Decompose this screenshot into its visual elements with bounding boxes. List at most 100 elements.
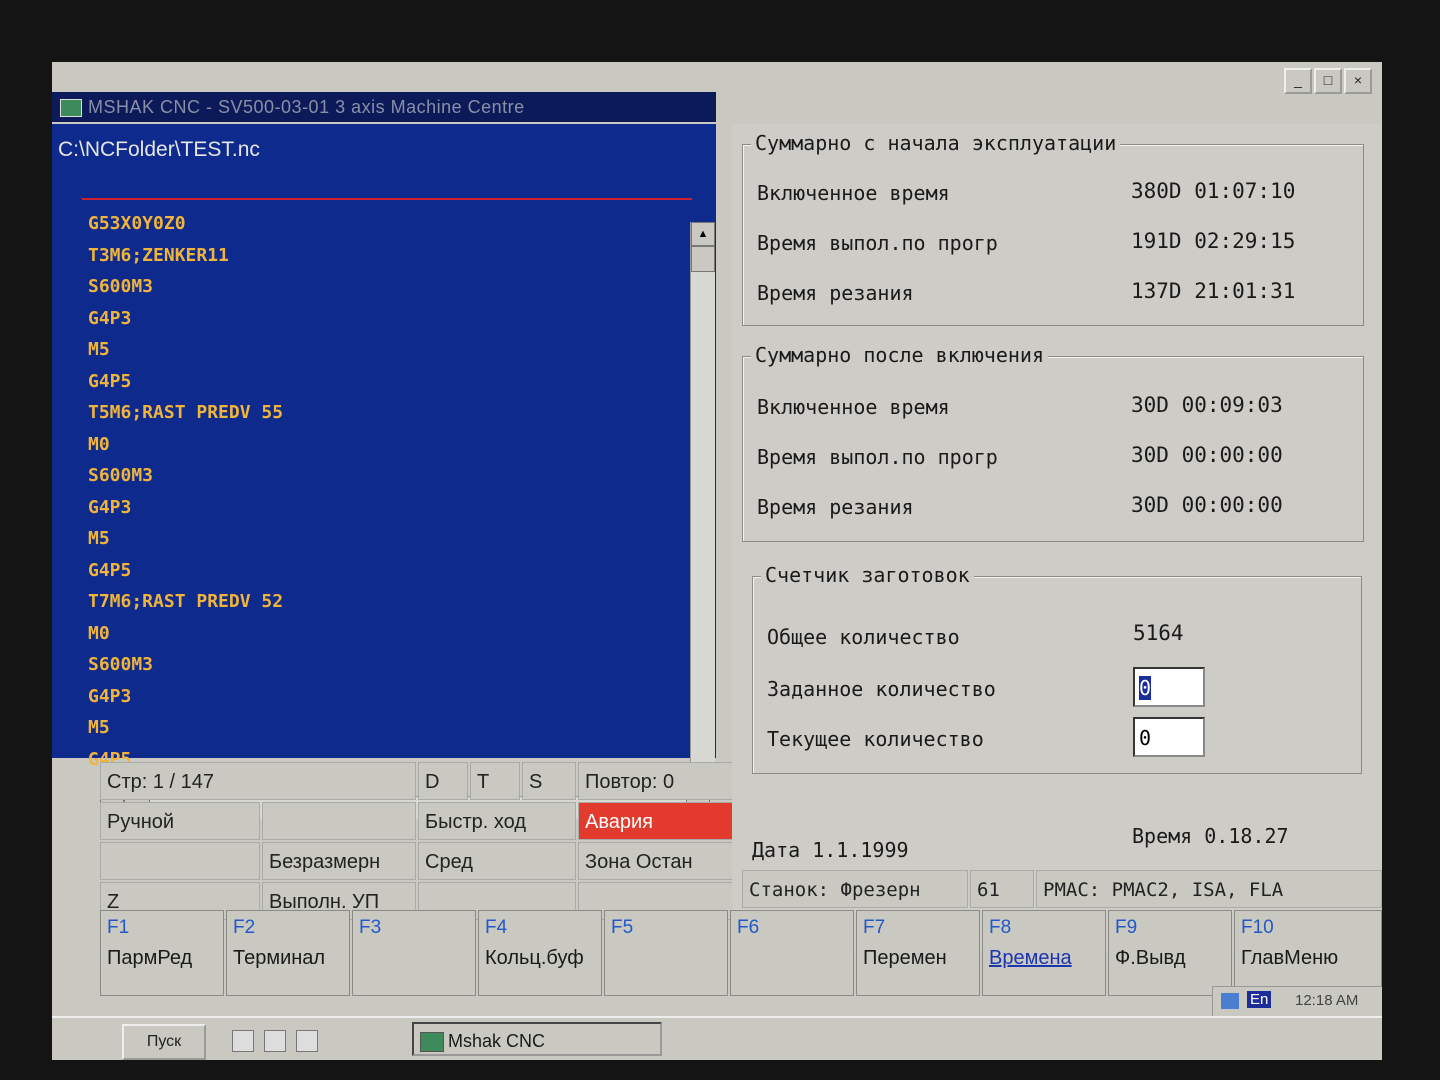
totals-since-power-on-group: Суммарно после включения Включенное врем… bbox=[742, 343, 1364, 542]
stat-value: 30D 00:00:00 bbox=[1131, 493, 1283, 517]
current-count-label: Текущее количество bbox=[767, 727, 984, 751]
line-counter: Стр: 1 / 147 bbox=[100, 762, 416, 800]
t-indicator: T bbox=[470, 762, 520, 800]
start-button[interactable]: Пуск bbox=[122, 1024, 206, 1060]
group-title: Суммарно после включения bbox=[751, 343, 1048, 367]
code-line[interactable]: G4P5 bbox=[88, 366, 283, 398]
fkey-f4[interactable]: F4 Кольц.буф bbox=[478, 910, 602, 996]
tray-clock: 12:18 AM bbox=[1295, 992, 1359, 1009]
notepad-icon[interactable] bbox=[264, 1030, 286, 1052]
empty-status-1 bbox=[262, 802, 416, 840]
code-line[interactable]: M0 bbox=[88, 618, 283, 650]
fkey-f5[interactable]: F5 bbox=[604, 910, 728, 996]
close-button[interactable]: × bbox=[1344, 68, 1372, 94]
taskbar-app-button[interactable]: Mshak CNC bbox=[412, 1022, 662, 1056]
code-line[interactable]: G4P3 bbox=[88, 303, 283, 335]
language-indicator[interactable]: En bbox=[1247, 991, 1272, 1008]
fkey-number: F9 bbox=[1115, 917, 1138, 938]
taskbar: Пуск Mshak CNC bbox=[52, 1016, 1382, 1060]
stat-row: Включенное время bbox=[757, 181, 950, 205]
program-editor[interactable]: C:\NCFolder\TEST.nc G53X0Y0Z0 T3M6;ZENKER… bbox=[52, 124, 716, 819]
code-line[interactable]: M5 bbox=[88, 334, 283, 366]
system-tray: En 12:18 AM bbox=[1212, 986, 1382, 1018]
target-count-field[interactable]: 0 bbox=[1133, 667, 1205, 707]
code-line[interactable]: M0 bbox=[88, 429, 283, 461]
code-line[interactable]: T3M6;ZENKER11 bbox=[88, 240, 283, 272]
code-lines[interactable]: G53X0Y0Z0 T3M6;ZENKER11 S600M3 G4P3 M5 G4P5 T5… bbox=[88, 208, 283, 775]
totals-since-start-group: Суммарно с начала эксплуатации Включенно… bbox=[742, 131, 1364, 326]
date-display: Дата 1.1.1999 bbox=[752, 838, 909, 862]
fkey-number: F10 bbox=[1241, 917, 1274, 938]
fkey-number: F2 bbox=[233, 917, 256, 938]
app-icon bbox=[420, 1032, 444, 1052]
fkey-f3[interactable]: F3 bbox=[352, 910, 476, 996]
fkey-label: Терминал bbox=[233, 947, 326, 969]
fkey-number: F6 bbox=[737, 917, 760, 938]
code-line[interactable]: G4P3 bbox=[88, 492, 283, 524]
d-indicator: D bbox=[418, 762, 468, 800]
machine-number: 61 bbox=[970, 870, 1034, 908]
controller-info: PMAC: PMAC2, ISA, FLA bbox=[1036, 870, 1382, 908]
code-line[interactable]: T5M6;RAST PREDV 55 bbox=[88, 397, 283, 429]
dimensionless-indicator: Безразмерн bbox=[262, 842, 416, 880]
stat-value: 380D 01:07:10 bbox=[1131, 179, 1296, 203]
fkey-f2[interactable]: F2 Терминал bbox=[226, 910, 350, 996]
empty-status-2 bbox=[100, 842, 260, 880]
minimize-button[interactable]: _ bbox=[1284, 68, 1312, 94]
stat-row: Время резания bbox=[757, 495, 914, 519]
fkey-number: F8 bbox=[989, 917, 1012, 938]
explorer-icon[interactable] bbox=[232, 1030, 254, 1052]
scroll-up-icon[interactable]: ▲ bbox=[691, 222, 715, 246]
code-line[interactable]: S600M3 bbox=[88, 649, 283, 681]
fkey-f6[interactable]: F6 bbox=[730, 910, 854, 996]
network-icon bbox=[1221, 993, 1239, 1009]
scroll-thumb[interactable] bbox=[691, 246, 715, 272]
stat-value: 137D 21:01:31 bbox=[1131, 279, 1296, 303]
total-count-label: Общее количество bbox=[767, 625, 960, 649]
code-line[interactable]: G53X0Y0Z0 bbox=[88, 208, 283, 240]
code-line[interactable]: G4P3 bbox=[88, 681, 283, 713]
window-title: MSHAK CNC - SV500-03-01 3 axis Machine C… bbox=[88, 97, 525, 117]
code-line[interactable]: M5 bbox=[88, 523, 283, 555]
current-line-marker bbox=[82, 198, 692, 200]
fkey-f1[interactable]: F1 ПармРед bbox=[100, 910, 224, 996]
stop-zone-indicator: Зона Остан bbox=[578, 842, 736, 880]
group-title: Суммарно с начала эксплуатации bbox=[751, 131, 1121, 155]
stat-row: Включенное время bbox=[757, 395, 950, 419]
stat-row: Время выпол.по прогр bbox=[757, 445, 998, 469]
stat-row: Время выпол.по прогр bbox=[757, 231, 998, 255]
code-line[interactable]: G4P5 bbox=[88, 555, 283, 587]
group-title: Счетчик заготовок bbox=[761, 563, 974, 587]
stat-row: Время резания bbox=[757, 281, 914, 305]
current-count-field[interactable]: 0 bbox=[1133, 717, 1205, 757]
mode-indicator: Ручной bbox=[100, 802, 260, 840]
code-line[interactable]: S600M3 bbox=[88, 271, 283, 303]
code-line[interactable]: T7M6;RAST PREDV 52 bbox=[88, 586, 283, 618]
fkey-label: Перемен bbox=[863, 947, 947, 969]
fkey-f9[interactable]: F9 Ф.Вывд bbox=[1108, 910, 1232, 996]
fkey-number: F3 bbox=[359, 917, 382, 938]
code-line[interactable]: S600M3 bbox=[88, 460, 283, 492]
stat-value: 30D 00:00:00 bbox=[1131, 443, 1283, 467]
fkey-number: F5 bbox=[611, 917, 634, 938]
fkey-label: Ф.Вывд bbox=[1115, 947, 1186, 969]
repeat-counter: Повтор: 0 bbox=[578, 762, 736, 800]
calculator-icon[interactable] bbox=[296, 1030, 318, 1052]
alarm-indicator: Авария bbox=[578, 802, 736, 840]
app-icon bbox=[60, 99, 82, 117]
fkey-label: ПармРед bbox=[107, 947, 193, 969]
statistics-panel: Суммарно с начала эксплуатации Включенно… bbox=[732, 124, 1382, 954]
stat-value: 30D 00:09:03 bbox=[1131, 393, 1283, 417]
fkey-f10[interactable]: F10 ГлавМеню bbox=[1234, 910, 1382, 996]
fkey-f7[interactable]: F7 Перемен bbox=[856, 910, 980, 996]
fkey-f8[interactable]: F8 Времена bbox=[982, 910, 1106, 996]
window-controls: _ □ × bbox=[1284, 68, 1372, 94]
code-line[interactable]: M5 bbox=[88, 712, 283, 744]
fkey-number: F1 bbox=[107, 917, 130, 938]
cnc-screen: MSHAK CNC - SV500-03-01 3 axis Machine C… bbox=[52, 62, 1382, 1060]
vertical-scrollbar[interactable]: ▲ ▼ bbox=[690, 222, 715, 790]
target-count-label: Заданное количество bbox=[767, 677, 996, 701]
medium-indicator: Сред bbox=[418, 842, 576, 880]
s-indicator: S bbox=[522, 762, 576, 800]
maximize-button[interactable]: □ bbox=[1314, 68, 1342, 94]
